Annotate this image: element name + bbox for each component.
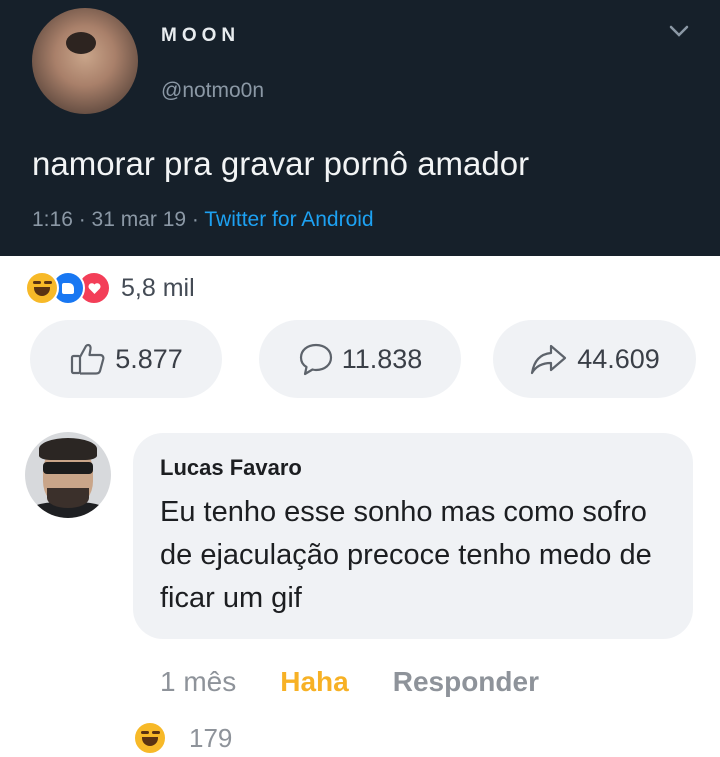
tweet-timestamp: 1:16 · 31 mar 19 · <box>32 208 205 231</box>
comment-icon <box>299 343 332 376</box>
comment-text: Eu tenho esse sonho mas como sofro de ej… <box>160 496 652 614</box>
tweet-text: namorar pra gravar pornô amador <box>32 145 530 182</box>
comment-avatar[interactable] <box>25 432 111 518</box>
tweet-display-name[interactable]: MOON <box>161 25 240 47</box>
comment-bubble: Lucas Favaro Eu tenho esse sonho mas com… <box>133 433 693 639</box>
reaction-count: 5,8 mil <box>121 273 195 302</box>
tweet-source-link[interactable]: Twitter for Android <box>204 208 373 231</box>
thumbs-up-icon <box>71 343 105 375</box>
tweet-card: MOON @notmo0n namorar pra gravar pornô a… <box>0 0 720 256</box>
haha-icon <box>133 721 167 755</box>
like-count: 5.877 <box>115 343 183 374</box>
tweet-handle[interactable]: @notmo0n <box>161 79 264 103</box>
like-button[interactable]: 5.877 <box>30 320 222 398</box>
comment-button[interactable]: 11.838 <box>259 320 461 398</box>
comment-reactions-summary[interactable]: 179 <box>133 718 232 757</box>
comment-actions: 1 mês Haha Responder <box>160 666 539 698</box>
comment-timestamp[interactable]: 1 mês <box>160 666 236 698</box>
share-icon <box>531 344 567 375</box>
post-reactions-summary[interactable]: 5,8 mil <box>25 270 195 306</box>
comment-reaction-count: 179 <box>189 722 233 753</box>
tweet-avatar[interactable] <box>32 8 138 114</box>
tweet-meta: 1:16 · 31 mar 19 · Twitter for Android <box>32 208 374 232</box>
comment-count: 11.838 <box>341 343 423 374</box>
share-count: 44.609 <box>577 343 660 374</box>
comment-author[interactable]: Lucas Favaro <box>160 455 302 481</box>
comment-reaction-button[interactable]: Haha <box>280 666 348 698</box>
spider-avatar-icon <box>66 32 96 54</box>
haha-icon <box>25 271 59 305</box>
chevron-down-icon[interactable] <box>668 24 690 38</box>
share-button[interactable]: 44.609 <box>493 320 696 398</box>
comment-reply-button[interactable]: Responder <box>393 666 539 698</box>
